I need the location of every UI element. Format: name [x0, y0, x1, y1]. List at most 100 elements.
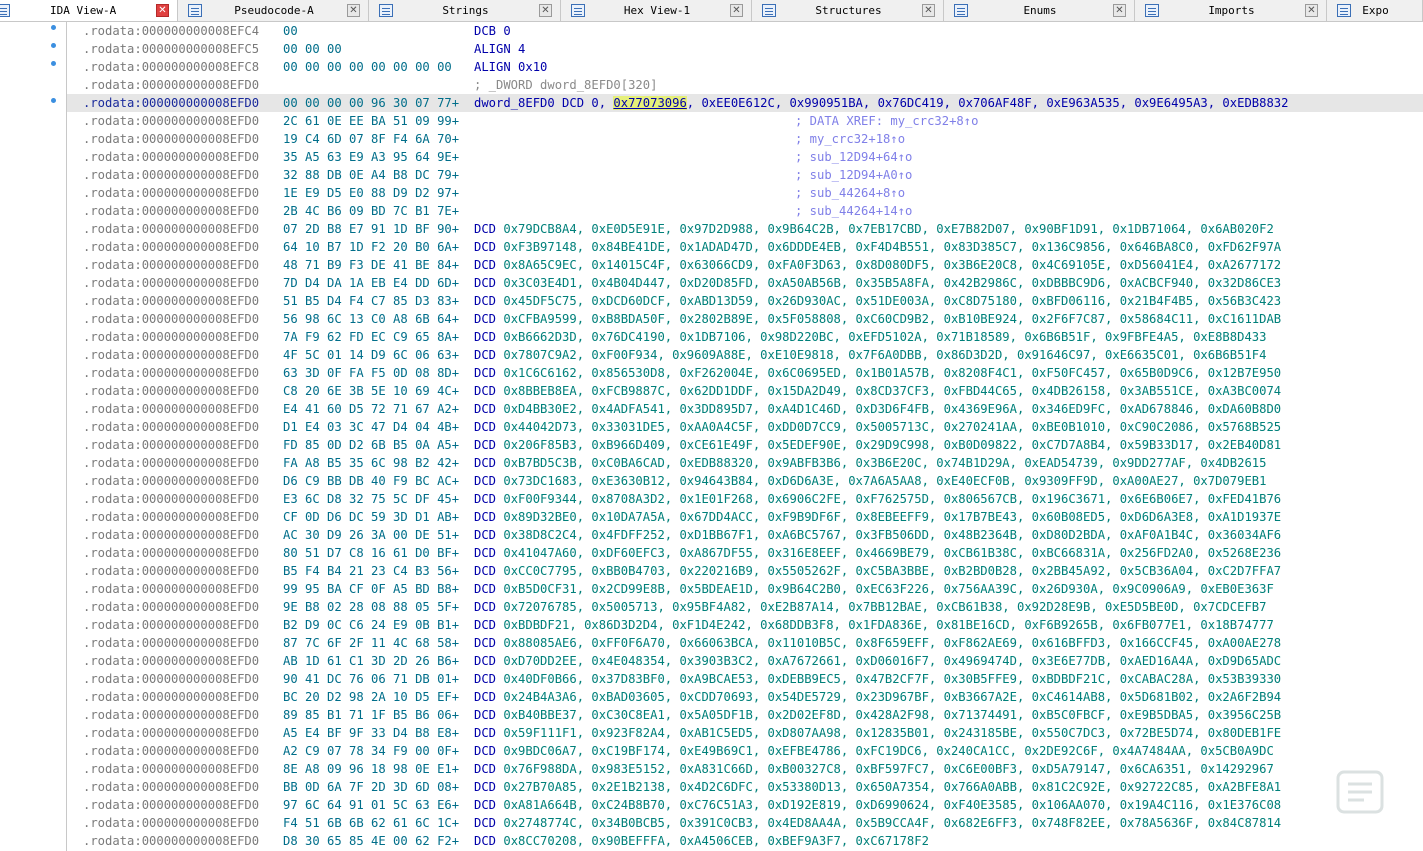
- address: .rodata:000000000008EFC8: [83, 60, 260, 74]
- breakpoint-dot-icon: [51, 43, 56, 48]
- disassembly-listing[interactable]: .rodata:000000000008EFC4 00 DCB 0 .rodata:0…: [67, 22, 1423, 851]
- listing-line[interactable]: .rodata:000000000008EFD0 8E A8 09 96 18 9…: [67, 760, 1423, 778]
- dcd-operands: DCD 0xF3B97148, 0x84BE41DE, 0x1ADAD47D, …: [474, 238, 1281, 256]
- listing-line[interactable]: .rodata:000000000008EFD0 BC 20 D2 98 2A 1…: [67, 688, 1423, 706]
- dcd-operands: DCD 0xB7BD5C3B, 0xC0BA6CAD, 0xEDB88320, …: [474, 454, 1266, 472]
- close-tab-icon[interactable]: ✕: [730, 4, 743, 17]
- dcd-operands: DCD 0x8BBEB8EA, 0xFCB9887C, 0x62DD1DDF, …: [474, 382, 1281, 400]
- address: .rodata:000000000008EFD0: [83, 798, 260, 812]
- listing-line[interactable]: .rodata:000000000008EFD0 AB 1D 61 C1 3D 2…: [67, 652, 1423, 670]
- listing-line[interactable]: .rodata:000000000008EFD0 A2 C9 07 78 34 F…: [67, 742, 1423, 760]
- dcd-directive: DCD: [474, 636, 504, 650]
- opcode-bytes: 1E E9 D5 E0 88 D9 D2 97+: [283, 186, 460, 200]
- highlighted-operand[interactable]: 0x77073096: [613, 96, 687, 110]
- listing-line[interactable]: .rodata:000000000008EFD0 51 B5 D4 F4 C7 8…: [67, 292, 1423, 310]
- opcode-bytes: A5 E4 BF 9F 33 D4 B8 E8+: [283, 726, 460, 740]
- comment[interactable]: ; sub_44264+14↑o: [795, 202, 912, 220]
- listing-line[interactable]: .rodata:000000000008EFD0 87 7C 6F 2F 11 4…: [67, 634, 1423, 652]
- listing-line[interactable]: .rodata:000000000008EFD0 19 C4 6D 07 8F F…: [67, 130, 1423, 148]
- listing-line[interactable]: .rodata:000000000008EFD0 FA A8 B5 35 6C 9…: [67, 454, 1423, 472]
- listing-line[interactable]: .rodata:000000000008EFD0 2B 4C B6 09 BD 7…: [67, 202, 1423, 220]
- tab-imports[interactable]: Imports ✕: [1135, 0, 1327, 21]
- listing-line[interactable]: .rodata:000000000008EFD0 32 88 DB 0E A4 B…: [67, 166, 1423, 184]
- comment[interactable]: ; my_crc32+18↑o: [795, 130, 905, 148]
- tab-hex-view-1[interactable]: Hex View-1 ✕: [561, 0, 752, 21]
- address: .rodata:000000000008EFD0: [83, 618, 260, 632]
- close-tab-icon[interactable]: ✕: [1113, 4, 1126, 17]
- opcode-bytes: 7A F9 62 FD EC C9 65 8A+: [283, 330, 460, 344]
- listing-line[interactable]: .rodata:000000000008EFD0 AC 30 D9 26 3A 0…: [67, 526, 1423, 544]
- listing-line[interactable]: .rodata:000000000008EFD0 FD 85 0D D2 6B B…: [67, 436, 1423, 454]
- listing-line[interactable]: .rodata:000000000008EFD0 CF 0D D6 DC 59 3…: [67, 508, 1423, 526]
- listing-line[interactable]: .rodata:000000000008EFD0 ; _DWORD dword_8…: [67, 76, 1423, 94]
- close-tab-icon[interactable]: ✕: [347, 4, 360, 17]
- listing-line[interactable]: .rodata:000000000008EFD0 97 6C 64 91 01 5…: [67, 796, 1423, 814]
- listing-line[interactable]: .rodata:000000000008EFD0 B2 D9 0C C6 24 E…: [67, 616, 1423, 634]
- tab-expo[interactable]: Expo: [1327, 0, 1423, 21]
- dcd-operands: DCD 0xB40BBE37, 0xC30C8EA1, 0x5A05DF1B, …: [474, 706, 1281, 724]
- listing-line[interactable]: .rodata:000000000008EFD0 80 51 D7 C8 16 6…: [67, 544, 1423, 562]
- listing-line[interactable]: .rodata:000000000008EFD0 B5 F4 B4 21 23 C…: [67, 562, 1423, 580]
- listing-line[interactable]: .rodata:000000000008EFC4 00 DCB 0: [67, 22, 1423, 40]
- tab-structures[interactable]: Structures ✕: [752, 0, 944, 21]
- comment[interactable]: ; sub_12D94+64↑o: [795, 148, 912, 166]
- listing-line[interactable]: .rodata:000000000008EFD0 90 41 DC 76 06 7…: [67, 670, 1423, 688]
- dcd-values: 0x72076785, 0x5005713, 0x95BF4A82, 0xE2B…: [503, 600, 1267, 614]
- comment[interactable]: ; sub_44264+8↑o: [795, 184, 905, 202]
- listing-line[interactable]: .rodata:000000000008EFC5 00 00 00 ALIGN 4: [67, 40, 1423, 58]
- listing-line[interactable]: .rodata:000000000008EFC8 00 00 00 00 00 0…: [67, 58, 1423, 76]
- dcd-directive: DCD: [474, 546, 504, 560]
- comment[interactable]: ; _DWORD dword_8EFD0[320]: [474, 76, 657, 94]
- address: .rodata:000000000008EFD0: [83, 78, 260, 92]
- listing-line[interactable]: .rodata:000000000008EFD0 99 95 BA CF 0F A…: [67, 580, 1423, 598]
- listing-line[interactable]: .rodata:000000000008EFD0 F4 51 6B 6B 62 6…: [67, 814, 1423, 832]
- listing-line[interactable]: .rodata:000000000008EFD0 35 A5 63 E9 A3 9…: [67, 148, 1423, 166]
- listing-line[interactable]: .rodata:000000000008EFD0 7A F9 62 FD EC C…: [67, 328, 1423, 346]
- address: .rodata:000000000008EFD0: [83, 582, 260, 596]
- tab-enums[interactable]: Enums ✕: [944, 0, 1135, 21]
- listing-line[interactable]: .rodata:000000000008EFD0 7D D4 DA 1A EB E…: [67, 274, 1423, 292]
- dcd-directive: DCD: [474, 726, 504, 740]
- dcd-operands: DCD 0x76F988DA, 0x983E5152, 0xA831C66D, …: [474, 760, 1274, 778]
- address: .rodata:000000000008EFD0: [83, 456, 260, 470]
- tab-ida-view-a[interactable]: IDA View-A ✕: [0, 0, 178, 21]
- close-tab-icon[interactable]: ✕: [1305, 4, 1318, 17]
- dcd-directive: DCD: [474, 474, 504, 488]
- comment[interactable]: ; DATA XREF: my_crc32+8↑o: [795, 112, 978, 130]
- listing-line[interactable]: .rodata:000000000008EFD0 D1 E4 03 3C 47 D…: [67, 418, 1423, 436]
- listing-line[interactable]: .rodata:000000000008EFD0 C8 20 6E 3B 5E 1…: [67, 382, 1423, 400]
- address: .rodata:000000000008EFD0: [83, 636, 260, 650]
- listing-line[interactable]: .rodata:000000000008EFD0 1E E9 D5 E0 88 D…: [67, 184, 1423, 202]
- close-tab-icon[interactable]: ✕: [156, 4, 169, 17]
- listing-line[interactable]: .rodata:000000000008EFD0 64 10 B7 1D F2 2…: [67, 238, 1423, 256]
- instruction[interactable]: DCB 0: [474, 22, 511, 40]
- data-definition[interactable]: dword_8EFD0 DCD 0, 0x77073096, 0xEE0E612…: [474, 94, 1288, 112]
- tab-strings[interactable]: Strings ✕: [369, 0, 561, 21]
- dcd-values: 0xD4BB30E2, 0x4ADFA541, 0x3DD895D7, 0xA4…: [503, 402, 1282, 416]
- close-tab-icon[interactable]: ✕: [922, 4, 935, 17]
- tab-label: Pseudocode-A: [234, 4, 314, 17]
- address: .rodata:000000000008EFD0: [83, 96, 260, 110]
- listing-line[interactable]: .rodata:000000000008EFD0 D6 C9 BB DB 40 F…: [67, 472, 1423, 490]
- listing-line[interactable]: .rodata:000000000008EFD0 4F 5C 01 14 D9 6…: [67, 346, 1423, 364]
- listing-line[interactable]: .rodata:000000000008EFD0 48 71 B9 F3 DE 4…: [67, 256, 1423, 274]
- close-tab-icon[interactable]: ✕: [539, 4, 552, 17]
- listing-line[interactable]: .rodata:000000000008EFD0 D8 30 65 85 4E 0…: [67, 832, 1423, 850]
- listing-line[interactable]: .rodata:000000000008EFD0 00 00 00 00 96 3…: [67, 94, 1423, 112]
- comment[interactable]: ; sub_12D94+A0↑o: [795, 166, 912, 184]
- listing-line[interactable]: .rodata:000000000008EFD0 BB 0D 6A 7F 2D 3…: [67, 778, 1423, 796]
- instruction[interactable]: ALIGN 0x10: [474, 58, 547, 76]
- listing-line[interactable]: .rodata:000000000008EFD0 E3 6C D8 32 75 5…: [67, 490, 1423, 508]
- listing-line[interactable]: .rodata:000000000008EFD0 63 3D 0F FA F5 0…: [67, 364, 1423, 382]
- listing-line[interactable]: .rodata:000000000008EFD0 2C 61 0E EE BA 5…: [67, 112, 1423, 130]
- listing-line[interactable]: .rodata:000000000008EFD0 56 98 6C 13 C0 A…: [67, 310, 1423, 328]
- listing-line[interactable]: .rodata:000000000008EFD0 9E B8 02 28 08 8…: [67, 598, 1423, 616]
- breakpoint-dot-icon: [51, 98, 56, 103]
- listing-line[interactable]: .rodata:000000000008EFD0 E4 41 60 D5 72 7…: [67, 400, 1423, 418]
- listing-line[interactable]: .rodata:000000000008EFD0 89 85 B1 71 1F B…: [67, 706, 1423, 724]
- exports-icon: [1337, 4, 1351, 17]
- instruction[interactable]: ALIGN 4: [474, 40, 525, 58]
- tab-pseudocode-a[interactable]: Pseudocode-A ✕: [178, 0, 369, 21]
- listing-line[interactable]: .rodata:000000000008EFD0 07 2D B8 E7 91 1…: [67, 220, 1423, 238]
- listing-line[interactable]: .rodata:000000000008EFD0 A5 E4 BF 9F 33 D…: [67, 724, 1423, 742]
